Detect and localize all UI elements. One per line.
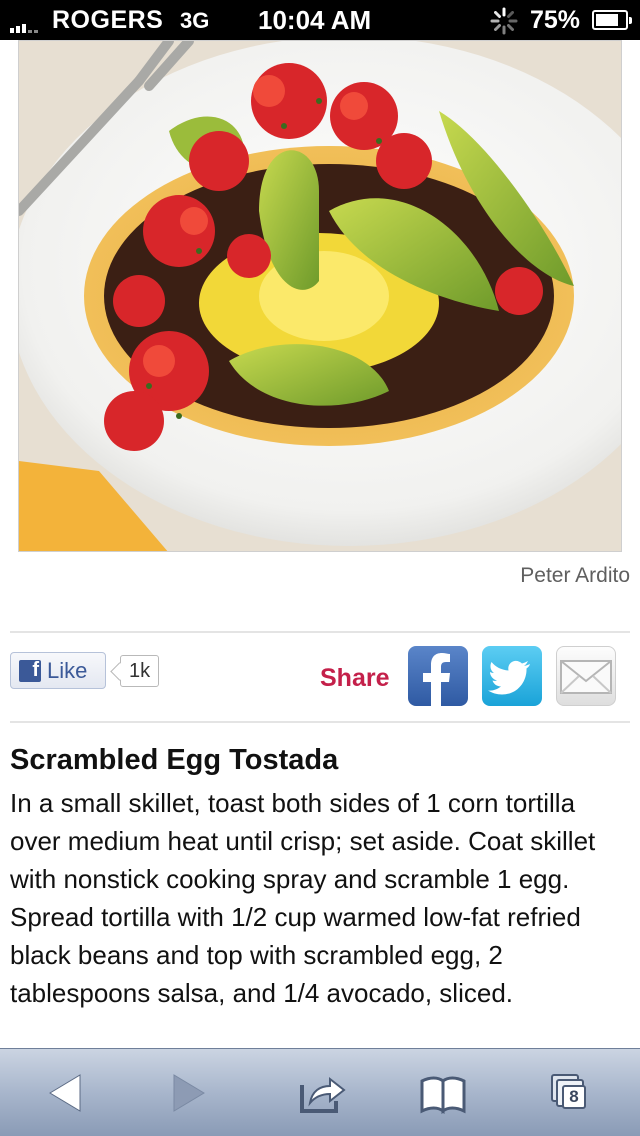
forward-arrow-icon (173, 1074, 205, 1112)
battery-percent: 75% (530, 6, 581, 34)
mail-icon (560, 660, 612, 694)
status-bar: ROGERS 3G 10:04 AM 75% (0, 0, 640, 40)
back-button[interactable] (40, 1071, 90, 1115)
share-arrow-icon (300, 1076, 346, 1113)
facebook-share-button[interactable] (408, 646, 468, 706)
forward-button[interactable] (164, 1071, 214, 1115)
status-time: 10:04 AM (258, 5, 372, 35)
facebook-icon: f (19, 659, 41, 682)
browser-toolbar: 8 (0, 1048, 640, 1136)
carrier-name: ROGERS (52, 6, 164, 34)
recipe-photo (18, 40, 622, 552)
activity-spinner-icon (490, 7, 518, 35)
battery-icon (592, 10, 632, 30)
share-label: Share (320, 664, 390, 692)
photo-credit: Peter Ardito (520, 564, 630, 587)
twitter-share-button[interactable] (482, 646, 542, 706)
facebook-like-button[interactable]: f Like (10, 652, 106, 689)
twitter-icon (488, 660, 530, 695)
like-count-badge: 1k (120, 655, 160, 687)
tab-count: 8 (562, 1085, 586, 1109)
facebook-icon (423, 653, 450, 706)
bookmarks-button[interactable] (418, 1071, 468, 1115)
divider-top (10, 631, 630, 633)
share-action-button[interactable] (296, 1071, 346, 1115)
divider-bottom (10, 721, 630, 723)
signal-strength-icon (10, 24, 38, 33)
back-arrow-icon (49, 1074, 81, 1112)
recipe-title: Scrambled Egg Tostada (10, 744, 339, 776)
email-share-button[interactable] (556, 646, 616, 706)
like-label: Like (47, 657, 88, 683)
tabs-button[interactable]: 8 (548, 1071, 598, 1115)
book-icon (420, 1076, 466, 1115)
recipe-instructions: In a small skillet, toast both sides of … (10, 788, 596, 1008)
network-type: 3G (180, 8, 210, 33)
